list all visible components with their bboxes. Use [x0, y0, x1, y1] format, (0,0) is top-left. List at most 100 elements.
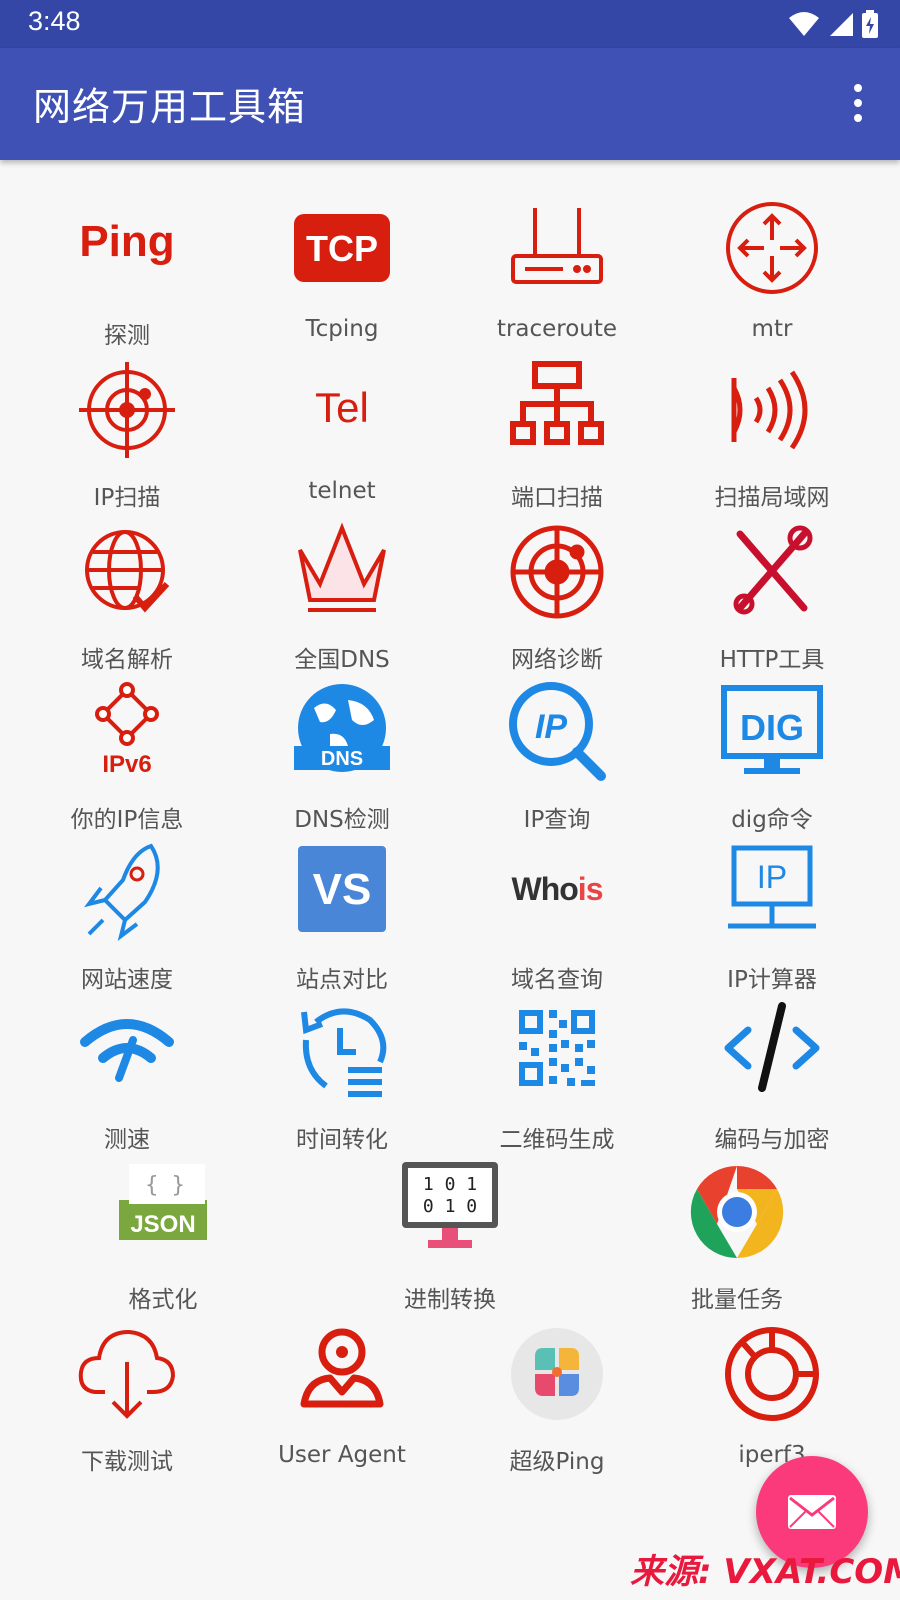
status-bar: 3:48 — [0, 0, 900, 48]
tool-label: 进制转换 — [404, 1287, 496, 1313]
tool-site-compare[interactable]: VS 站点对比 — [235, 840, 449, 993]
tool-traceroute[interactable]: traceroute — [450, 196, 664, 346]
target-scan-icon — [79, 362, 175, 458]
super-ping-icon — [511, 1328, 603, 1420]
svg-text:Tel: Tel — [315, 384, 369, 431]
radar-icon — [510, 525, 604, 619]
tool-label: 超级Ping — [509, 1449, 605, 1475]
svg-text:1 0 1: 1 0 1 — [423, 1174, 477, 1195]
tool-port-scan[interactable]: 端口扫描 — [450, 358, 664, 511]
tool-ip-scan[interactable]: IP扫描 — [20, 358, 234, 511]
tool-dig[interactable]: DIG dig命令 — [665, 680, 879, 833]
speed-wifi-icon — [80, 1019, 174, 1082]
svg-text:{ }: { } — [145, 1173, 185, 1198]
wifi-icon — [789, 12, 819, 36]
user-agent-icon — [300, 1328, 384, 1408]
tool-iperf3[interactable]: iperf3 — [665, 1322, 879, 1472]
tool-national-dns[interactable]: 全国DNS — [235, 520, 449, 673]
tool-label: 域名解析 — [81, 647, 173, 673]
tool-label: IP计算器 — [727, 967, 817, 993]
tool-domain-resolve[interactable]: 域名解析 — [20, 520, 234, 673]
svg-text:Ping: Ping — [79, 217, 174, 266]
tool-label: traceroute — [496, 316, 618, 342]
cell-signal-icon — [830, 13, 853, 36]
tool-ip-calculator[interactable]: IP IP计算器 — [665, 840, 879, 993]
svg-text:IPv6: IPv6 — [102, 751, 151, 778]
telnet-icon: Tel — [315, 384, 369, 431]
tool-net-diagnose[interactable]: 网络诊断 — [450, 520, 664, 673]
tool-format[interactable]: { } JSON 格式化 — [20, 1160, 306, 1313]
rocket-icon — [84, 843, 160, 941]
tool-label: 时间转化 — [296, 1127, 388, 1153]
app-bar: 网络万用工具箱 — [0, 48, 900, 160]
tool-label: HTTP工具 — [719, 647, 825, 673]
tool-label: telnet — [308, 478, 376, 504]
tool-mtr[interactable]: mtr — [665, 196, 879, 346]
tool-label: 批量任务 — [691, 1287, 783, 1313]
svg-text:Whois: Whois — [512, 871, 603, 907]
svg-text:IP: IP — [535, 708, 567, 746]
tool-lan-scan[interactable]: 扫描局域网 — [665, 358, 879, 511]
dns-globe-icon: DNS — [294, 684, 390, 772]
tool-label: 站点对比 — [296, 967, 388, 993]
tool-label: mtr — [751, 316, 793, 342]
tool-label: iperf3 — [738, 1442, 806, 1468]
svg-text:DNS: DNS — [321, 748, 363, 770]
tool-qr-generate[interactable]: 二维码生成 — [450, 1000, 664, 1153]
svg-text:VS: VS — [313, 865, 372, 914]
tool-encode[interactable]: 编码与加密 — [665, 1000, 879, 1153]
status-time: 3:48 — [28, 6, 81, 36]
network-tree-icon — [510, 361, 604, 445]
tool-label: 扫描局域网 — [714, 485, 830, 511]
tool-label: IP查询 — [523, 807, 591, 833]
globe-check-icon — [85, 530, 170, 613]
tool-label: 编码与加密 — [714, 1127, 830, 1153]
tool-batch-task[interactable]: 批量任务 — [594, 1160, 880, 1313]
tool-radix-convert[interactable]: 1 0 1 0 1 0 进制转换 — [307, 1160, 593, 1313]
crosshair-arrows-icon — [726, 202, 818, 294]
svg-text:0 1 0: 0 1 0 — [423, 1196, 477, 1217]
iperf-icon — [725, 1327, 819, 1421]
app-title: 网络万用工具箱 — [33, 85, 307, 129]
ping-icon: Ping — [79, 217, 174, 266]
tool-tcping[interactable]: TCP Tcping — [235, 196, 449, 346]
tool-super-ping[interactable]: 超级Ping — [450, 1322, 664, 1475]
tool-speed-test[interactable]: 测速 — [20, 1000, 234, 1153]
tool-http[interactable]: HTTP工具 — [665, 520, 879, 673]
tool-label: 下载测试 — [81, 1449, 173, 1475]
tool-label: User Agent — [278, 1442, 406, 1468]
source-watermark: 来源: VXAT.COM — [630, 1552, 900, 1592]
tool-download-test[interactable]: 下载测试 — [20, 1322, 234, 1475]
tcp-icon: TCP — [294, 214, 390, 282]
tool-time-convert[interactable]: 时间转化 — [235, 1000, 449, 1153]
overflow-menu-button[interactable] — [838, 78, 878, 128]
binary-monitor-icon: 1 0 1 0 1 0 — [402, 1162, 498, 1248]
code-icon — [724, 1002, 820, 1092]
svg-text:DIG: DIG — [740, 707, 804, 748]
tool-telnet[interactable]: Tel telnet — [235, 358, 449, 508]
ip-search-icon: IP — [509, 682, 606, 781]
qr-code-icon — [519, 1010, 595, 1086]
tool-ip-lookup[interactable]: IP IP查询 — [450, 680, 664, 833]
dig-monitor-icon: DIG — [721, 685, 823, 774]
tool-my-ip[interactable]: IPv6 你的IP信息 — [20, 680, 234, 833]
tool-ping[interactable]: Ping 探测 — [20, 196, 234, 349]
ipv6-icon: IPv6 — [95, 682, 159, 778]
json-icon: { } JSON — [119, 1164, 207, 1240]
signal-waves-icon — [731, 370, 808, 450]
tool-label: IP扫描 — [93, 485, 161, 511]
tool-user-agent[interactable]: User Agent — [235, 1322, 449, 1472]
ip-monitor-icon: IP — [728, 845, 816, 929]
tool-label: 域名查询 — [511, 967, 603, 993]
router-icon — [511, 208, 603, 284]
tool-label: 网络诊断 — [511, 647, 603, 673]
tool-whois[interactable]: Whois 域名查询 — [450, 840, 664, 993]
tool-label: Tcping — [305, 316, 379, 342]
cloud-download-icon — [78, 1329, 176, 1419]
tool-label: 网站速度 — [81, 967, 173, 993]
tool-site-speed[interactable]: 网站速度 — [20, 840, 234, 993]
time-convert-icon — [301, 1008, 387, 1097]
svg-text:JSON: JSON — [130, 1211, 195, 1238]
tool-dns-check[interactable]: DNS DNS检测 — [235, 680, 449, 833]
tools-icon — [733, 525, 813, 615]
